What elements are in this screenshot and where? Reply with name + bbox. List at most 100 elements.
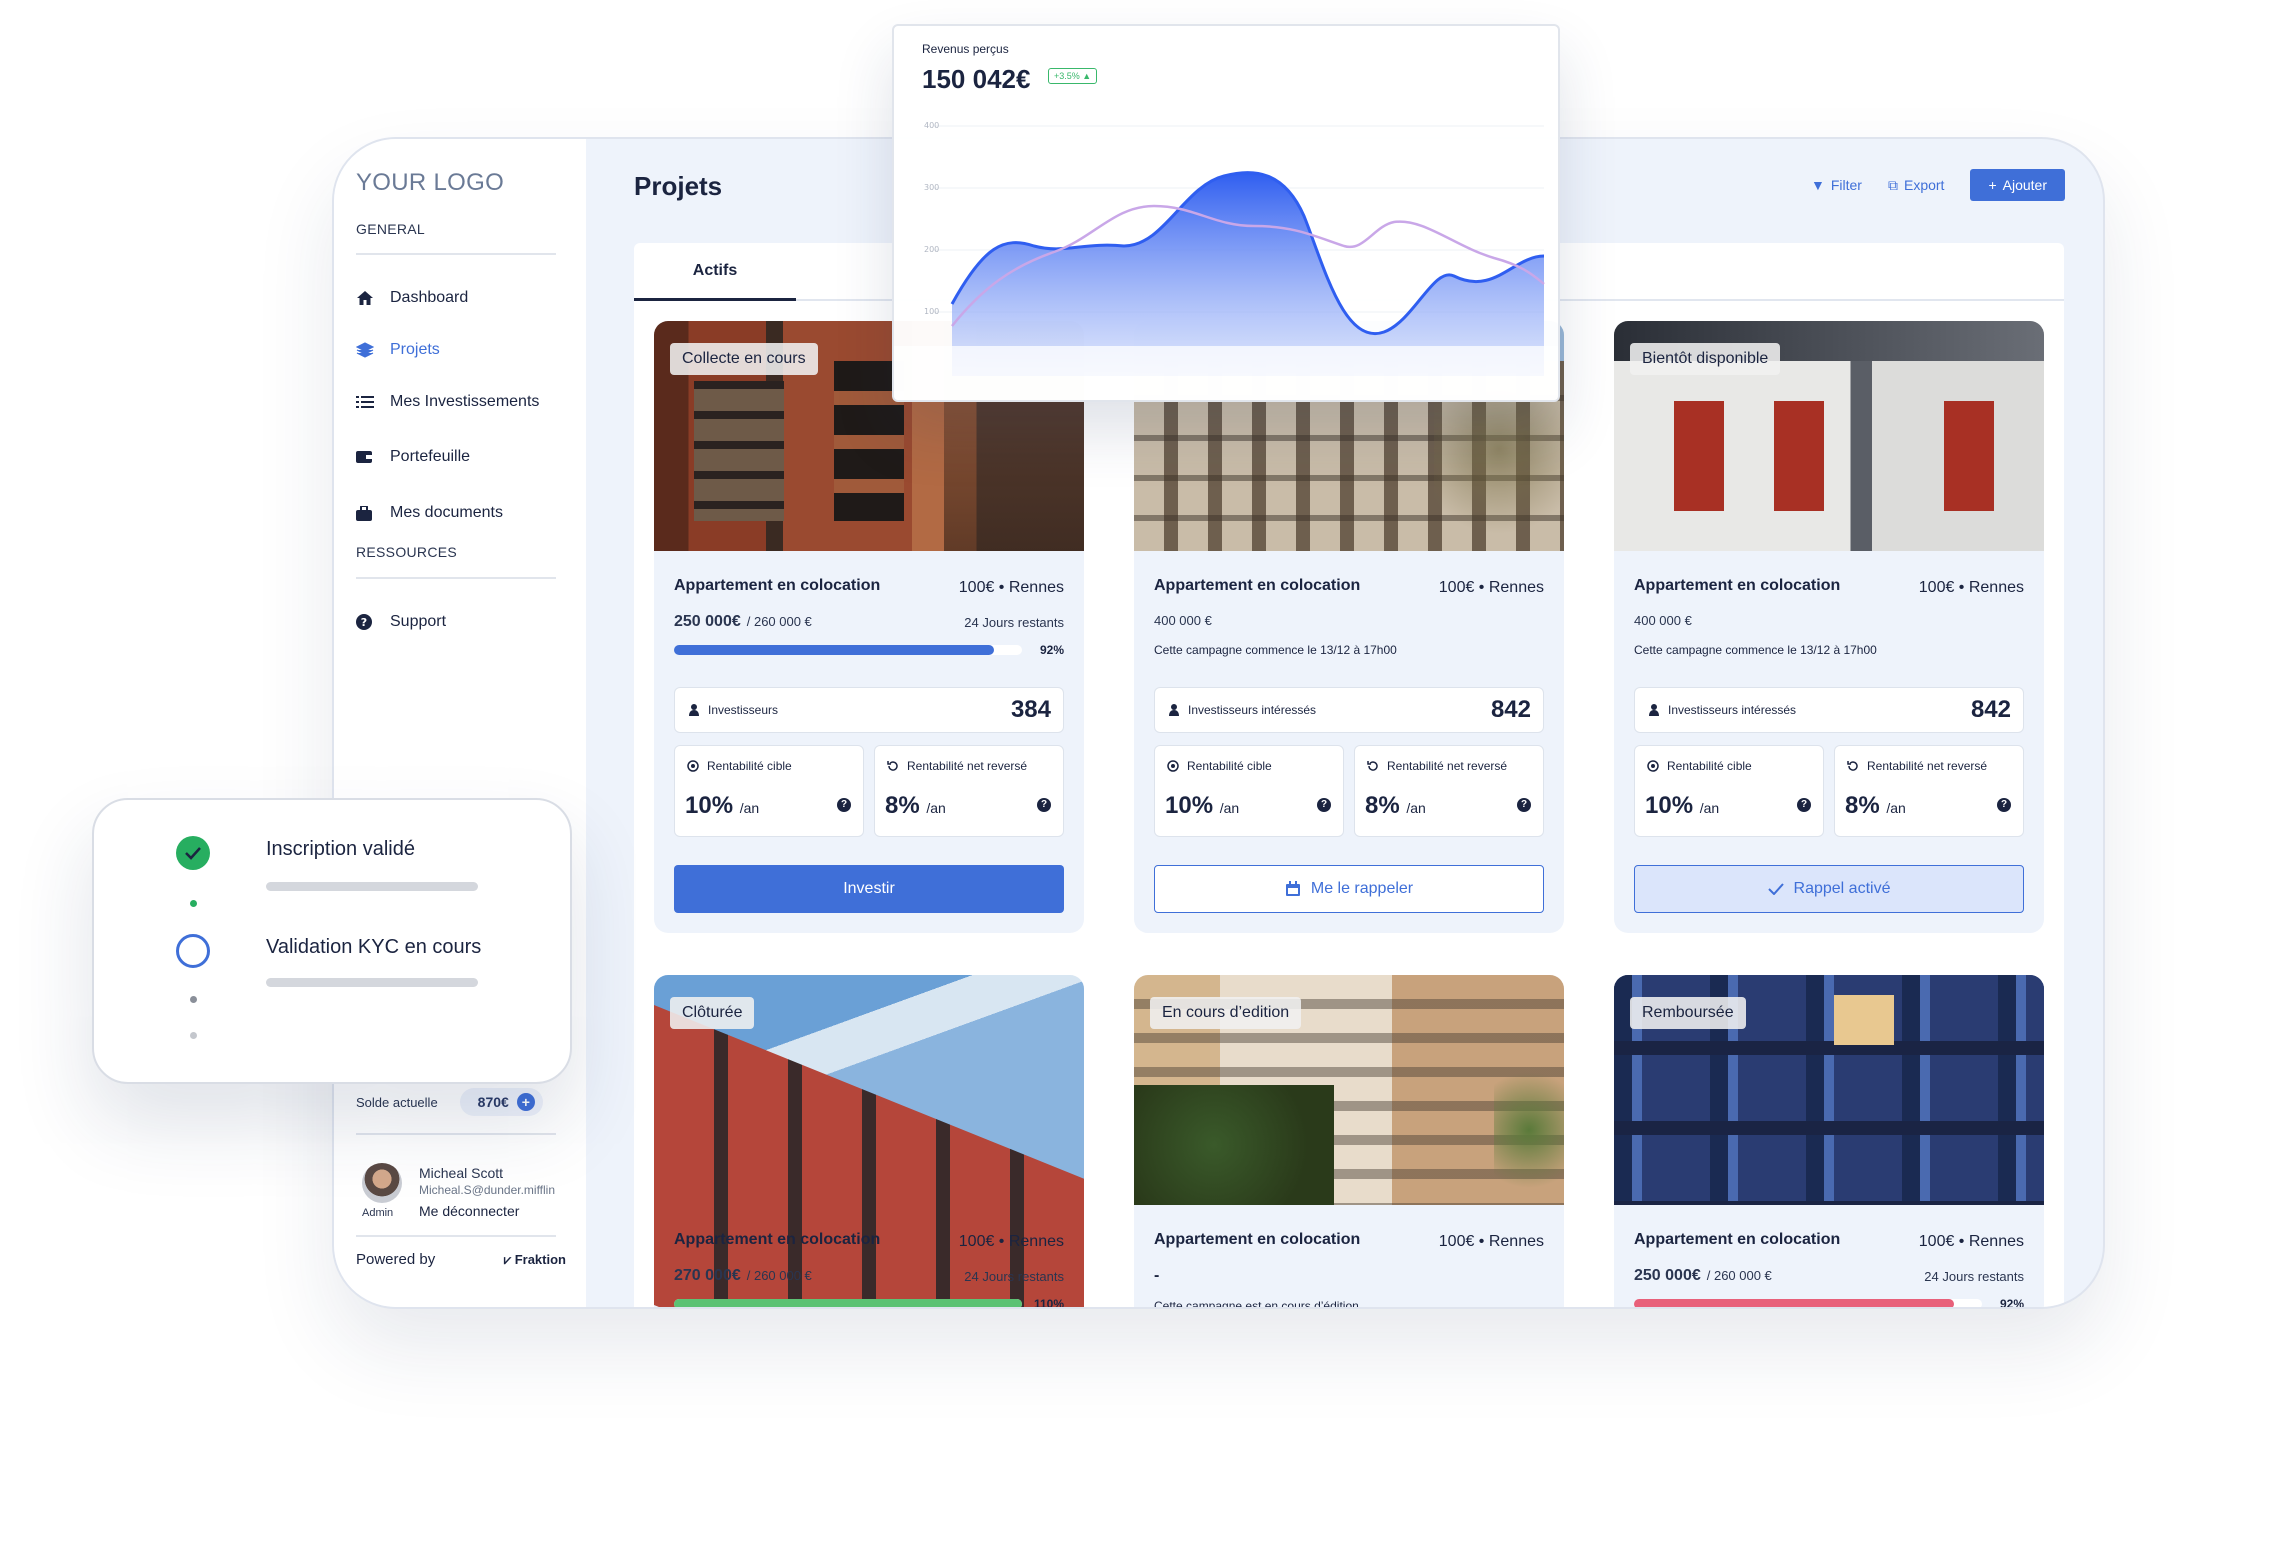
help-icon: ? — [356, 614, 382, 630]
layers-icon — [356, 342, 382, 358]
yield-number: 8% — [1365, 792, 1400, 819]
investors-count: 384 — [1010, 696, 1051, 723]
progress-percent: 92% — [1999, 1297, 2024, 1309]
net-yield-value: 8% /an — [885, 792, 946, 820]
step-registration: Inscription validé — [266, 838, 415, 860]
yield-number: 8% — [1845, 792, 1880, 819]
target-yield-text: Rentabilité cible — [1187, 759, 1272, 773]
brand-logo[interactable]: ⩗ Fraktion — [504, 1252, 566, 1268]
target-yield-label: Rentabilité cible — [1167, 759, 1272, 773]
invest-button[interactable]: Investir — [674, 865, 1064, 913]
list-icon — [356, 395, 382, 409]
revenue-card: 400 300 200 100 Revenus perçus 150 042€ … — [892, 24, 1560, 402]
project-amount: - — [1154, 1267, 1160, 1284]
filter-button[interactable]: ▼ Filter — [1811, 177, 1862, 193]
target-yield-text: Rentabilité cible — [707, 759, 792, 773]
net-yield-label: Rentabilité net reversé — [1847, 759, 1987, 773]
sidebar-item-dashboard[interactable]: Dashboard — [356, 283, 566, 313]
sidebar-item-label: Projets — [390, 341, 440, 358]
projects-panel: Actifs Collecte en cours Appartement en … — [634, 243, 2064, 1309]
amount-target: / 260 000 € — [746, 614, 812, 629]
status-badge: En cours d’edition — [1150, 997, 1302, 1029]
target-icon — [687, 760, 699, 772]
progress-percent: 110% — [1033, 1297, 1064, 1309]
tab-actifs[interactable]: Actifs — [634, 243, 796, 301]
placeholder-line — [266, 978, 478, 987]
plus-icon: + — [1988, 177, 1997, 193]
revenue-delta-badge: +3.5% ▲ — [1048, 68, 1098, 84]
yield-number: 10% — [1165, 792, 1214, 819]
help-icon[interactable]: ? — [1317, 798, 1331, 812]
help-icon[interactable]: ? — [1517, 798, 1531, 812]
export-icon: ⧉ — [1887, 176, 1898, 193]
sidebar-item-documents[interactable]: Mes documents — [356, 498, 566, 528]
logout-link[interactable]: Me déconnecter — [419, 1203, 519, 1219]
investors-count: 842 — [1970, 696, 2011, 723]
help-icon[interactable]: ? — [837, 798, 851, 812]
project-title: Appartement en colocation — [1634, 577, 1841, 594]
project-amount: 270 000€ / 260 000 € — [674, 1267, 812, 1285]
net-yield-box: Rentabilité net reversé 8% /an ? — [1834, 745, 2024, 837]
progress-bar — [674, 1299, 1022, 1307]
add-funds-icon[interactable]: + — [516, 1093, 535, 1111]
investors-label: Investisseurs — [689, 703, 778, 717]
refresh-icon — [887, 761, 898, 771]
days-remaining: 24 Jours restants — [964, 615, 1064, 630]
help-icon[interactable]: ? — [1997, 798, 2011, 812]
export-button[interactable]: ⧉ Export — [1888, 177, 1944, 194]
reminder-active-button[interactable]: Rappel activé — [1634, 865, 2024, 913]
project-card[interactable]: Collecte en cours Appartement en colocat… — [654, 321, 1084, 933]
yield-unit: /an — [1406, 800, 1426, 816]
kyc-status-card: Inscription validé Validation KYC en cou… — [92, 798, 572, 1084]
yield-number: 10% — [1645, 792, 1694, 819]
calendar-icon — [1285, 881, 1300, 896]
wallet-icon — [356, 450, 382, 464]
net-yield-value: 8% /an — [1845, 792, 1906, 820]
refresh-icon — [1847, 761, 1858, 771]
project-title: Appartement en colocation — [1154, 1231, 1361, 1248]
sidebar-item-label: Portefeuille — [390, 448, 471, 465]
progress-fill — [674, 645, 995, 655]
section-resources: RESSOURCES — [356, 544, 458, 560]
project-card[interactable]: Appartement en colocation 100€ • Rennes … — [1134, 321, 1564, 933]
target-yield-label: Rentabilité cible — [1647, 759, 1752, 773]
user-icon — [689, 704, 699, 716]
target-yield-box: Rentabilité cible 10% /an ? — [674, 745, 864, 837]
yield-number: 10% — [685, 792, 734, 819]
project-title: Appartement en colocation — [1154, 577, 1361, 594]
balance-value: 870€ — [477, 1094, 509, 1110]
campaign-start: Cette campagne commence le 13/12 à 17h00 — [1634, 643, 1877, 657]
investors-label-text: Investisseurs intéressés — [1188, 703, 1317, 717]
help-icon[interactable]: ? — [1037, 798, 1051, 812]
check-icon — [1767, 883, 1784, 895]
days-remaining: 24 Jours restants — [1924, 1269, 2024, 1284]
remind-me-button[interactable]: Me le rappeler — [1154, 865, 1544, 913]
brand-name: Fraktion — [514, 1251, 566, 1267]
target-yield-value: 10% /an — [1645, 792, 1719, 820]
sidebar: YOUR LOGO GENERAL Dashboard Projets Mes … — [334, 139, 586, 1307]
project-card[interactable]: Remboursée Appartement en colocation 100… — [1614, 975, 2044, 1309]
project-price: 100€ • Rennes — [958, 579, 1064, 596]
project-amount: 400 000 € — [1634, 613, 1692, 628]
net-yield-box: Rentabilité net reversé 8% /an ? — [1354, 745, 1544, 837]
powered-by-label: Powered by — [356, 1251, 436, 1268]
project-card[interactable]: Clôturée Appartement en colocation 100€ … — [654, 975, 1084, 1309]
project-amount: 250 000€ / 260 000 € — [1634, 1267, 1772, 1285]
campaign-status: Cette campagne est en cours d’édition — [1154, 1299, 1359, 1309]
project-price: 100€ • Rennes — [1918, 1233, 2024, 1250]
yield-unit: /an — [739, 800, 760, 816]
sidebar-item-support[interactable]: ? Support — [356, 607, 566, 637]
project-card[interactable]: Bientôt disponible Appartement en coloca… — [1614, 321, 2044, 933]
sidebar-item-investissements[interactable]: Mes Investissements — [356, 387, 566, 417]
help-icon[interactable]: ? — [1797, 798, 1811, 812]
filter-label: Filter — [1830, 177, 1862, 193]
sidebar-item-projets[interactable]: Projets — [356, 335, 566, 365]
yield-unit: /an — [1699, 800, 1720, 816]
investors-label-text: Investisseurs intéressés — [1668, 703, 1797, 717]
add-button[interactable]: + Ajouter — [1970, 169, 2065, 201]
net-yield-label: Rentabilité net reversé — [1367, 759, 1507, 773]
investors-label-text: Investisseurs — [708, 703, 779, 717]
project-card[interactable]: En cours d’edition Appartement en coloca… — [1134, 975, 1564, 1309]
sidebar-item-portefeuille[interactable]: Portefeuille — [356, 442, 566, 472]
sidebar-item-label: Mes documents — [390, 504, 503, 521]
